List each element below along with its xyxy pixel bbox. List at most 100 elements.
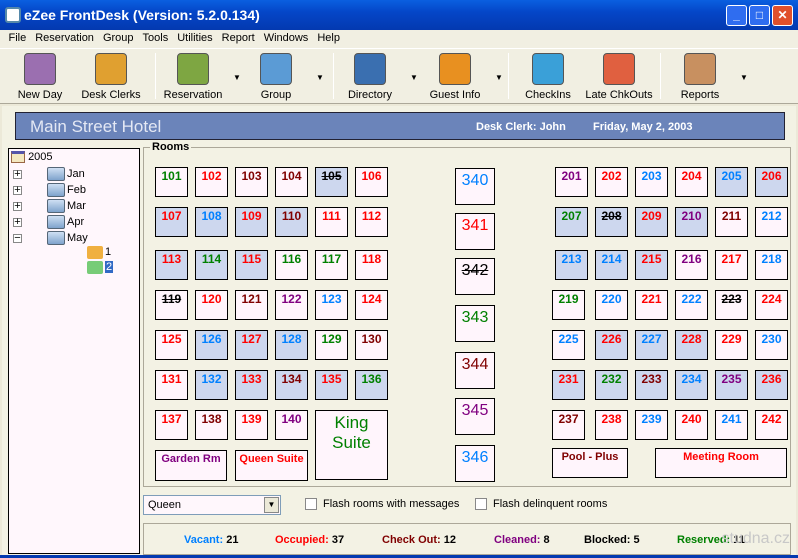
room-101[interactable]: 101 [155, 167, 188, 197]
room-344[interactable]: 344 [455, 352, 495, 389]
checkbox-icon[interactable] [305, 498, 317, 510]
room-134[interactable]: 134 [275, 370, 308, 400]
room-206[interactable]: 206 [755, 167, 788, 197]
room-114[interactable]: 114 [195, 250, 228, 280]
room-233[interactable]: 233 [635, 370, 668, 400]
room-124[interactable]: 124 [355, 290, 388, 320]
toolbar-late-chkouts-button[interactable]: Late ChkOuts [581, 53, 657, 101]
room-102[interactable]: 102 [195, 167, 228, 197]
toolbar-group-button[interactable]: Group [238, 53, 314, 101]
tree-day[interactable]: 2 [105, 261, 114, 273]
expand-toggle-icon[interactable]: + [13, 185, 22, 196]
room-108[interactable]: 108 [195, 207, 228, 237]
toolbar-directory-button[interactable]: Directory [332, 53, 408, 101]
room-104[interactable]: 104 [275, 167, 308, 197]
checkbox-icon[interactable] [475, 498, 487, 510]
room-216[interactable]: 216 [675, 250, 708, 280]
tree-month-may[interactable]: May [67, 232, 88, 244]
room-garden-rm[interactable]: Garden Rm [155, 450, 227, 481]
room-237[interactable]: 237 [552, 410, 585, 440]
toolbar-new-day-button[interactable]: New Day [2, 53, 78, 101]
toolbar-reports-button[interactable]: Reports [662, 53, 738, 101]
toolbar-checkins-button[interactable]: CheckIns [510, 53, 586, 101]
room-139[interactable]: 139 [235, 410, 268, 440]
tree-month-mar[interactable]: Mar [67, 200, 86, 212]
flash-delinquent-checkbox[interactable]: Flash delinquent rooms [475, 498, 607, 510]
room-215[interactable]: 215 [635, 250, 668, 280]
room-120[interactable]: 120 [195, 290, 228, 320]
flash-messages-checkbox[interactable]: Flash rooms with messages [305, 498, 459, 510]
tree-month-jan[interactable]: Jan [67, 168, 85, 180]
room-132[interactable]: 132 [195, 370, 228, 400]
room-122[interactable]: 122 [275, 290, 308, 320]
room-133[interactable]: 133 [235, 370, 268, 400]
expand-toggle-icon[interactable]: + [13, 217, 22, 228]
room-340[interactable]: 340 [455, 168, 495, 205]
room-341[interactable]: 341 [455, 213, 495, 250]
room-231[interactable]: 231 [552, 370, 585, 400]
room-226[interactable]: 226 [595, 330, 628, 360]
room-135[interactable]: 135 [315, 370, 348, 400]
room-129[interactable]: 129 [315, 330, 348, 360]
toolbar-desk-clerks-button[interactable]: Desk Clerks [73, 53, 149, 101]
toolbar-reservation-button[interactable]: Reservation [155, 53, 231, 101]
room-203[interactable]: 203 [635, 167, 668, 197]
room-123[interactable]: 123 [315, 290, 348, 320]
room-235[interactable]: 235 [715, 370, 748, 400]
room-240[interactable]: 240 [675, 410, 708, 440]
room-222[interactable]: 222 [675, 290, 708, 320]
room-meeting-room[interactable]: Meeting Room [655, 448, 787, 478]
chevron-down-icon[interactable]: ▼ [316, 73, 324, 82]
room-346[interactable]: 346 [455, 445, 495, 482]
room-128[interactable]: 128 [275, 330, 308, 360]
room-107[interactable]: 107 [155, 207, 188, 237]
room-201[interactable]: 201 [555, 167, 588, 197]
menu-group[interactable]: Group [98, 30, 138, 48]
maximize-button[interactable]: □ [749, 5, 770, 26]
room-208[interactable]: 208 [595, 207, 628, 237]
menu-report[interactable]: Report [217, 30, 259, 48]
toolbar-guest-info-button[interactable]: Guest Info [417, 53, 493, 101]
room-126[interactable]: 126 [195, 330, 228, 360]
room-223[interactable]: 223 [715, 290, 748, 320]
tree-month-apr[interactable]: Apr [67, 216, 84, 228]
room-pool-plus[interactable]: Pool - Plus [552, 448, 628, 478]
room-110[interactable]: 110 [275, 207, 308, 237]
room-202[interactable]: 202 [595, 167, 628, 197]
room-113[interactable]: 113 [155, 250, 188, 280]
menu-help[interactable]: Help [313, 30, 345, 48]
room-127[interactable]: 127 [235, 330, 268, 360]
expand-toggle-icon[interactable]: − [13, 233, 22, 244]
room-232[interactable]: 232 [595, 370, 628, 400]
close-button[interactable]: ✕ [772, 5, 793, 26]
room-115[interactable]: 115 [235, 250, 268, 280]
expand-toggle-icon[interactable]: + [13, 169, 22, 180]
room-109[interactable]: 109 [235, 207, 268, 237]
room-138[interactable]: 138 [195, 410, 228, 440]
room-117[interactable]: 117 [315, 250, 348, 280]
room-213[interactable]: 213 [555, 250, 588, 280]
room-220[interactable]: 220 [595, 290, 628, 320]
room-103[interactable]: 103 [235, 167, 268, 197]
tree-month-feb[interactable]: Feb [67, 184, 86, 196]
room-242[interactable]: 242 [755, 410, 788, 440]
room-217[interactable]: 217 [715, 250, 748, 280]
room-218[interactable]: 218 [755, 250, 788, 280]
room-221[interactable]: 221 [635, 290, 668, 320]
room-238[interactable]: 238 [595, 410, 628, 440]
room-116[interactable]: 116 [275, 250, 308, 280]
room-230[interactable]: 230 [755, 330, 788, 360]
room-type-select[interactable]: Queen ▼ [143, 495, 281, 515]
room-125[interactable]: 125 [155, 330, 188, 360]
room-219[interactable]: 219 [552, 290, 585, 320]
room-136[interactable]: 136 [355, 370, 388, 400]
expand-toggle-icon[interactable]: + [13, 201, 22, 212]
chevron-down-icon[interactable]: ▼ [740, 73, 748, 82]
room-209[interactable]: 209 [635, 207, 668, 237]
room-343[interactable]: 343 [455, 305, 495, 342]
room-119[interactable]: 119 [155, 290, 188, 320]
room-204[interactable]: 204 [675, 167, 708, 197]
room-234[interactable]: 234 [675, 370, 708, 400]
menu-utilities[interactable]: Utilities [173, 30, 217, 48]
room-236[interactable]: 236 [755, 370, 788, 400]
